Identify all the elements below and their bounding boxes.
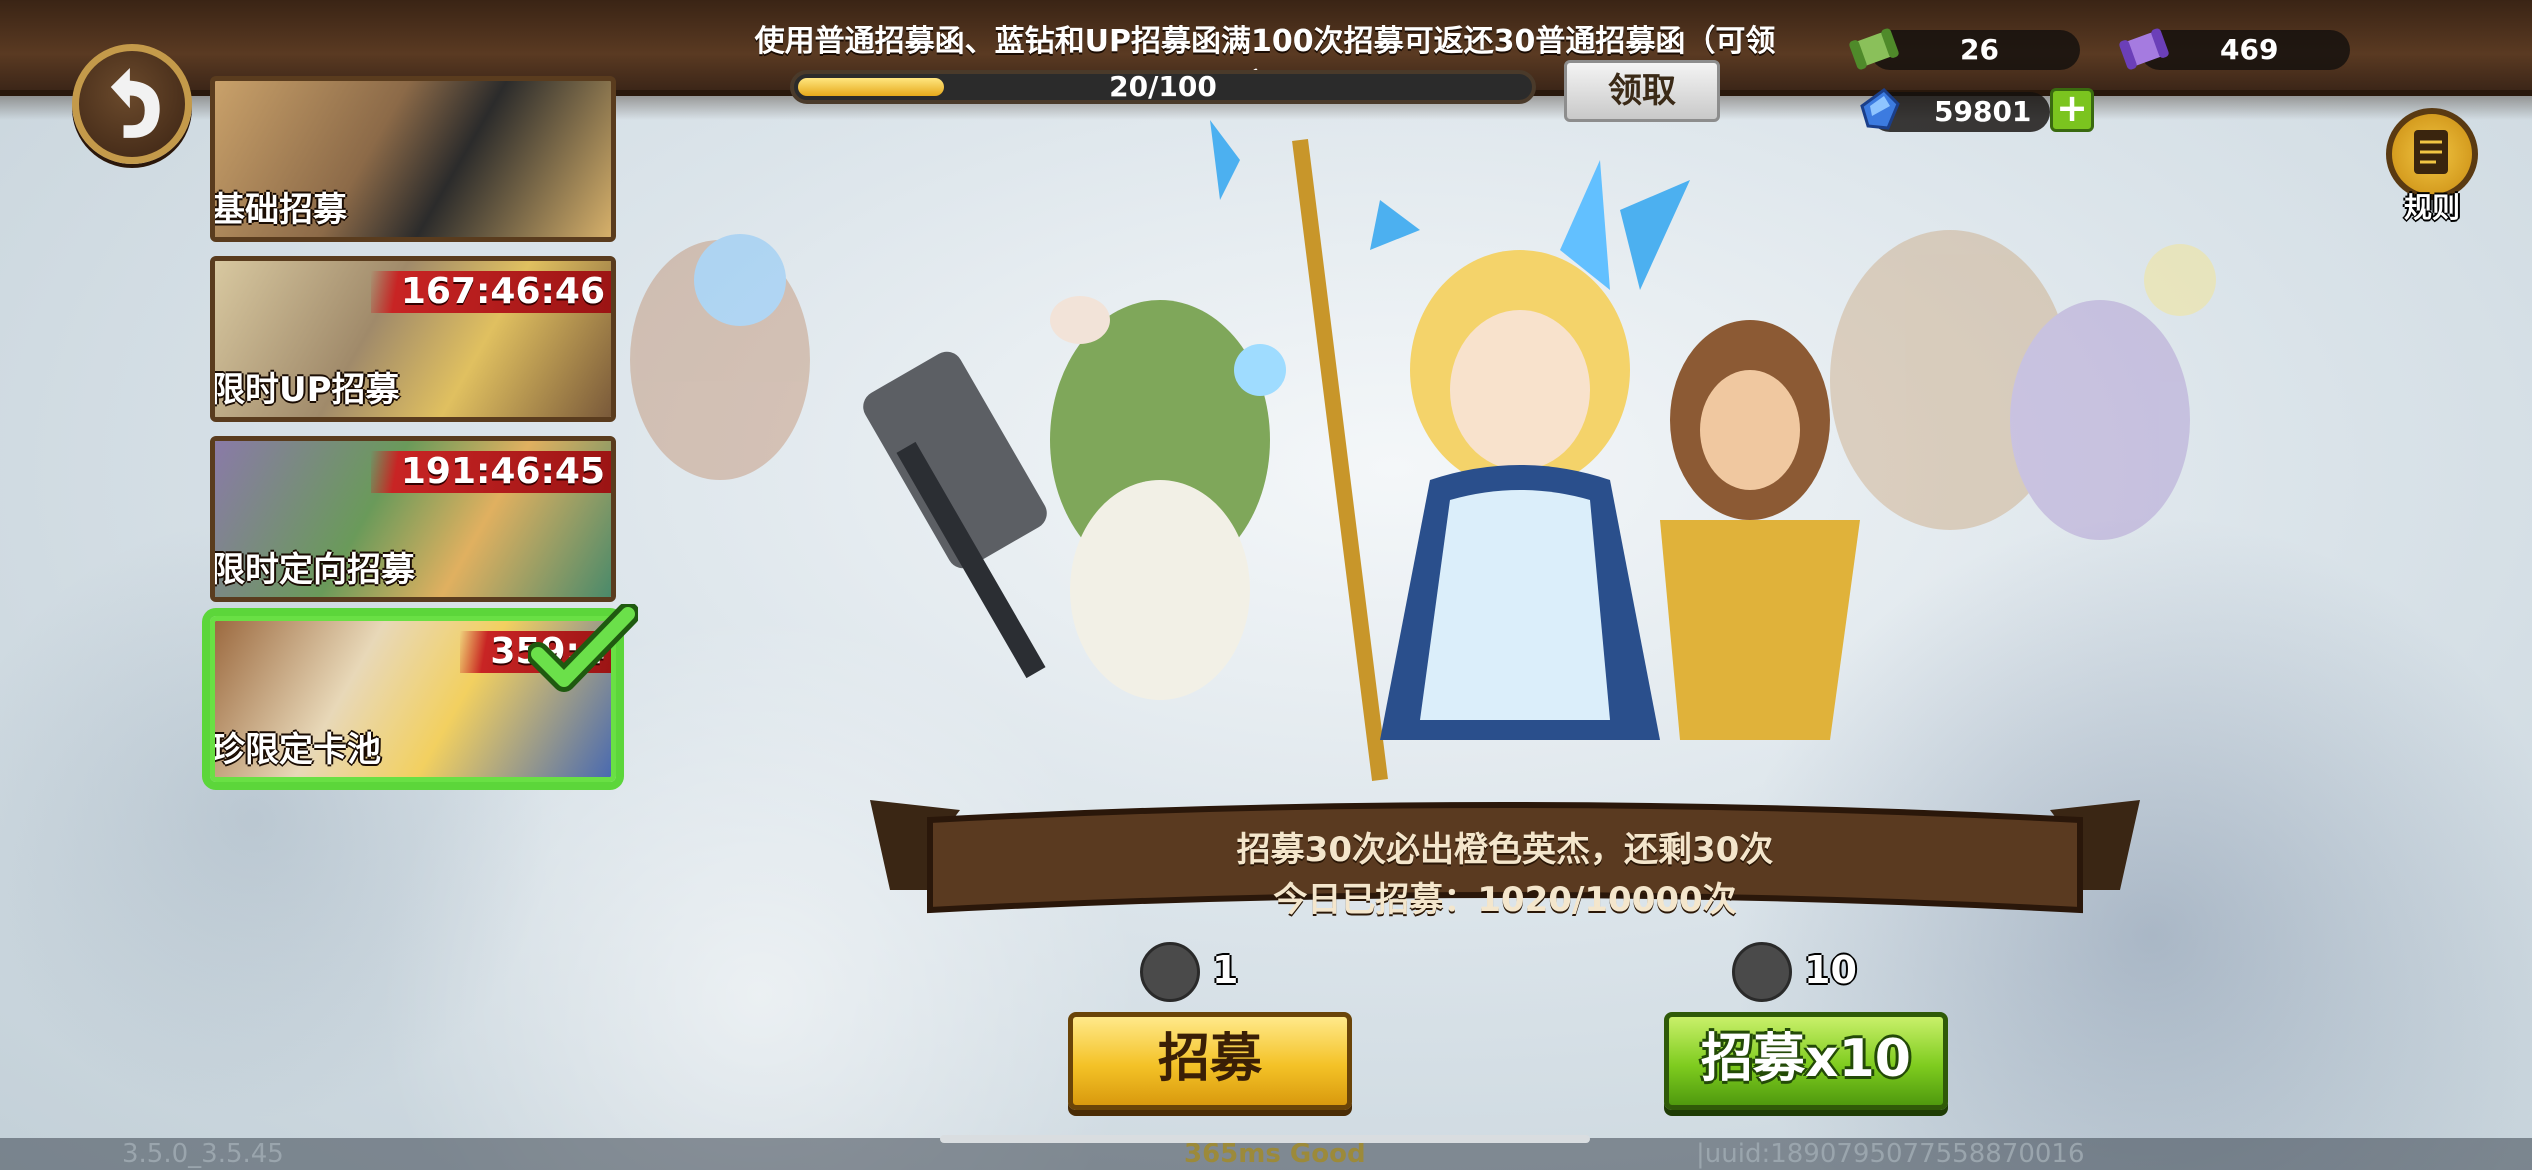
back-button[interactable] xyxy=(72,44,192,164)
blue-diamond-counter: 59801 xyxy=(1860,88,2050,132)
normal-scroll-count: 26 xyxy=(1960,33,1999,66)
green-scroll-icon xyxy=(1849,28,1899,70)
ten-cost-value: 10 xyxy=(1804,948,1857,992)
pool-card-label: 限时UP招募 xyxy=(211,370,400,410)
green-scroll-icon xyxy=(1732,942,1792,1002)
up-scroll-counter: 469 xyxy=(2119,28,2350,70)
green-scroll-icon xyxy=(1140,942,1200,1002)
home-indicator[interactable] xyxy=(940,1135,1590,1143)
pity-counter-text: 招募30次必出橙色英杰，还剩30次 xyxy=(1236,830,1774,870)
up-scroll-count: 469 xyxy=(2220,33,2279,66)
claim-button[interactable]: 领取 xyxy=(1564,60,1720,122)
pool-card-timer: 167:46:46 xyxy=(370,271,611,313)
uuid-text: |uuid:1890795077558870016 xyxy=(1696,1139,2085,1169)
pool-card-label: 珍限定卡池 xyxy=(211,730,381,770)
pool-card-label: 基础招募 xyxy=(211,190,347,230)
pool-card-basic[interactable]: 基础招募 xyxy=(210,76,616,242)
hero-artwork xyxy=(630,120,2216,781)
rules-label: 规则 xyxy=(2403,191,2460,224)
single-cost-value: 1 xyxy=(1212,948,1239,992)
recruit-ten-button[interactable]: 招募x10 xyxy=(1664,1012,1948,1110)
pool-card-limited-targeted[interactable]: 191:46:45 限时定向招募 xyxy=(210,436,616,602)
recruit-once-button[interactable]: 招募 xyxy=(1068,1012,1352,1110)
version-text: 3.5.0_3.5.45 xyxy=(122,1139,284,1169)
back-arrow-icon xyxy=(110,67,160,138)
blue-diamond-icon xyxy=(1860,88,1900,130)
purple-scroll-icon xyxy=(2119,28,2169,70)
rules-scroll-icon xyxy=(2414,130,2448,174)
progress-label: 20/100 xyxy=(1109,70,1217,103)
pool-card-label: 限时定向招募 xyxy=(211,550,415,590)
blue-diamond-count: 59801 xyxy=(1934,95,2032,128)
pool-card-limited-up[interactable]: 167:46:46 限时UP招募 xyxy=(210,256,616,422)
add-diamond-button[interactable]: + xyxy=(2050,88,2094,132)
recruit-progress-bar: 20/100 xyxy=(790,70,1536,104)
daily-recruit-count: 今日已招募：1020/10000次 xyxy=(1273,880,1737,920)
pool-card-timer: 191:46:45 xyxy=(370,451,611,493)
normal-scroll-counter: 26 xyxy=(1849,28,2080,70)
selected-check-icon xyxy=(528,604,638,692)
